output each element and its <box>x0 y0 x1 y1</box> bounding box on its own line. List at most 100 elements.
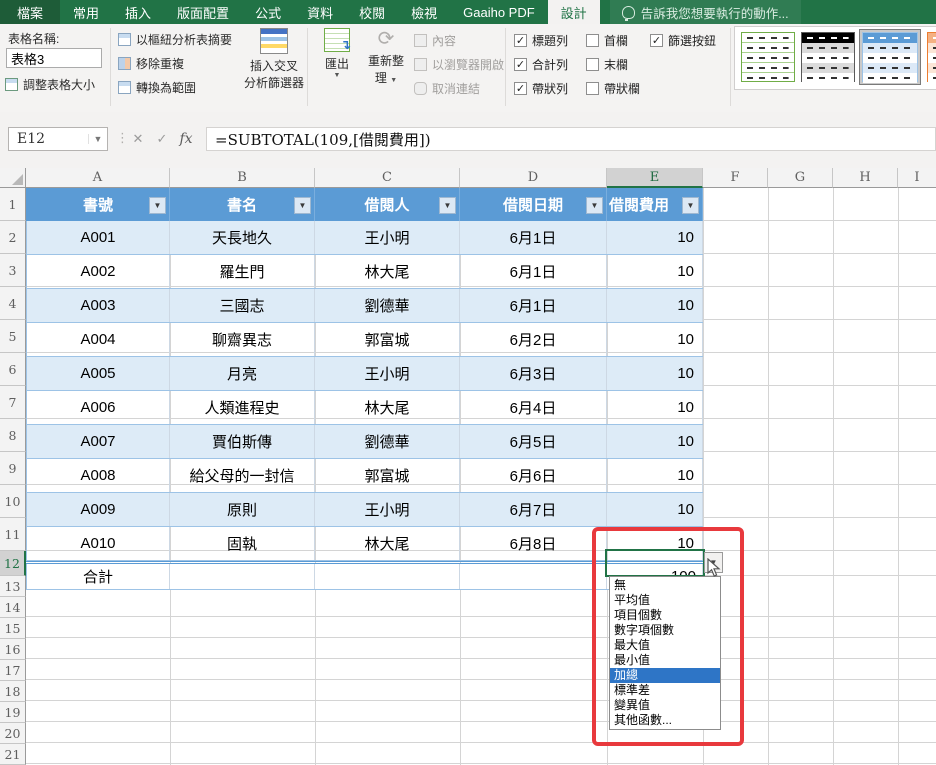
row-header-12-selected[interactable]: 12 <box>0 551 26 576</box>
table-cell[interactable]: 劉德華 <box>315 289 460 322</box>
filter-dropdown-button[interactable]: ▼ <box>149 197 166 214</box>
table-cell[interactable]: A001 <box>26 221 170 254</box>
table-cell[interactable]: 6月8日 <box>460 527 607 560</box>
name-box-dropdown-icon[interactable]: ▼ <box>88 134 107 144</box>
table-cell[interactable]: 三國志 <box>170 289 315 322</box>
table-cell[interactable]: 人類進程史 <box>170 391 315 424</box>
table-cell[interactable]: A005 <box>26 357 170 390</box>
row-header[interactable]: 1 <box>0 188 26 221</box>
header-row-checkbox[interactable]: ✓ 標題列 <box>514 32 568 49</box>
table-cell[interactable]: 郭富城 <box>315 459 460 492</box>
table-cell[interactable]: A009 <box>26 493 170 526</box>
enter-formula-icon[interactable]: ✓ <box>150 127 174 151</box>
row-header[interactable]: 14 <box>0 597 26 618</box>
tab-insert[interactable]: 插入 <box>112 0 164 24</box>
row-header[interactable]: 6 <box>0 353 26 386</box>
dropdown-item[interactable]: 其他函數... <box>610 713 720 728</box>
table-cell[interactable]: 6月5日 <box>460 425 607 458</box>
row-header[interactable]: 5 <box>0 320 26 353</box>
table-cell[interactable]: 王小明 <box>315 493 460 526</box>
column-header-e-selected[interactable]: E <box>607 168 703 188</box>
formula-input[interactable]: =SUBTOTAL(109,[借閱費用]) <box>206 127 936 151</box>
filter-button-checkbox[interactable]: ✓ 篩選按鈕 <box>650 32 716 49</box>
table-cell[interactable]: 林大尾 <box>315 255 460 288</box>
table-header-cell[interactable]: 借閱費用 ▼ <box>607 188 703 221</box>
row-header[interactable]: 10 <box>0 485 26 518</box>
dropdown-item[interactable]: 標準差 <box>610 683 720 698</box>
row-header[interactable]: 13 <box>0 576 26 597</box>
table-cell[interactable]: 羅生門 <box>170 255 315 288</box>
column-header-g[interactable]: G <box>768 168 833 188</box>
table-cell[interactable]: 10 <box>607 391 703 424</box>
tab-formulas[interactable]: 公式 <box>242 0 294 24</box>
table-cell[interactable]: 6月2日 <box>460 323 607 356</box>
banded-rows-checkbox[interactable]: ✓ 帶狀列 <box>514 80 568 97</box>
table-style-green-thumbnail[interactable] <box>741 32 795 82</box>
table-cell[interactable] <box>170 564 315 589</box>
tab-view[interactable]: 檢視 <box>398 0 450 24</box>
table-cell[interactable]: 王小明 <box>315 357 460 390</box>
row-header[interactable]: 4 <box>0 287 26 320</box>
row-header[interactable]: 21 <box>0 744 26 765</box>
table-cell[interactable]: 給父母的一封信 <box>170 459 315 492</box>
row-header[interactable]: 20 <box>0 723 26 744</box>
dropdown-item[interactable]: 最小值 <box>610 653 720 668</box>
table-cell[interactable]: A002 <box>26 255 170 288</box>
select-all-corner[interactable] <box>0 168 26 188</box>
export-button[interactable]: ↴ 匯出 ▼ <box>315 28 359 79</box>
table-cell[interactable]: 原則 <box>170 493 315 526</box>
table-header-cell[interactable]: 書名 ▼ <box>170 188 315 221</box>
table-header-cell[interactable]: 書號 ▼ <box>26 188 170 221</box>
table-name-input[interactable] <box>6 48 102 68</box>
dropdown-item[interactable]: 無 <box>610 578 720 593</box>
cancel-formula-icon[interactable]: ✕ <box>126 127 150 151</box>
filter-dropdown-button[interactable]: ▼ <box>294 197 311 214</box>
tab-file[interactable]: 檔案 <box>0 0 60 24</box>
table-cell[interactable]: 王小明 <box>315 221 460 254</box>
tell-me-box[interactable]: 告訴我您想要執行的動作... <box>610 0 801 24</box>
tab-design-active[interactable]: 設計 <box>548 0 600 24</box>
banded-columns-checkbox[interactable]: 帶狀欄 <box>586 80 640 97</box>
convert-to-range-button[interactable]: 轉換為範圍 <box>118 79 196 96</box>
tab-review[interactable]: 校閱 <box>346 0 398 24</box>
table-cell[interactable]: 6月1日 <box>460 255 607 288</box>
table-cell[interactable]: 林大尾 <box>315 527 460 560</box>
tab-home[interactable]: 常用 <box>60 0 112 24</box>
table-cell[interactable]: 月亮 <box>170 357 315 390</box>
table-cell[interactable]: 10 <box>607 289 703 322</box>
table-cell[interactable]: A010 <box>26 527 170 560</box>
table-style-blue-selected[interactable] <box>859 29 921 85</box>
last-column-checkbox[interactable]: 末欄 <box>586 56 628 73</box>
table-cell[interactable]: 林大尾 <box>315 391 460 424</box>
row-header[interactable]: 15 <box>0 618 26 639</box>
table-cell[interactable]: A007 <box>26 425 170 458</box>
table-cell[interactable]: 賈伯斯傳 <box>170 425 315 458</box>
filter-dropdown-button[interactable]: ▼ <box>586 197 603 214</box>
dropdown-item-selected[interactable]: 加總 <box>610 668 720 683</box>
column-header-f[interactable]: F <box>703 168 768 188</box>
column-header-c[interactable]: C <box>315 168 460 188</box>
insert-slicer-button[interactable]: 插入交叉 分析篩選器 <box>243 28 305 91</box>
table-header-cell[interactable]: 借閱日期 ▼ <box>460 188 607 221</box>
table-cell[interactable]: A003 <box>26 289 170 322</box>
summarize-pivot-button[interactable]: 以樞紐分析表摘要 <box>118 31 232 48</box>
table-cell[interactable]: 天長地久 <box>170 221 315 254</box>
column-header-a[interactable]: A <box>26 168 170 188</box>
table-cell[interactable]: 固執 <box>170 527 315 560</box>
table-cell[interactable]: A008 <box>26 459 170 492</box>
table-cell[interactable]: 10 <box>607 221 703 254</box>
row-header[interactable]: 8 <box>0 419 26 452</box>
row-header[interactable]: 17 <box>0 660 26 681</box>
filter-dropdown-button[interactable]: ▼ <box>439 197 456 214</box>
dropdown-item[interactable]: 變異值 <box>610 698 720 713</box>
table-style-orange-thumbnail[interactable] <box>927 32 936 82</box>
table-cell[interactable]: 6月4日 <box>460 391 607 424</box>
table-cell[interactable]: 6月7日 <box>460 493 607 526</box>
total-row-checkbox[interactable]: ✓ 合計列 <box>514 56 568 73</box>
table-cell[interactable] <box>315 564 460 589</box>
table-header-cell[interactable]: 借閱人 ▼ <box>315 188 460 221</box>
insert-function-icon[interactable]: fx <box>174 127 198 151</box>
table-cell[interactable]: 聊齋異志 <box>170 323 315 356</box>
filter-dropdown-button[interactable]: ▼ <box>682 197 699 214</box>
table-cell[interactable]: 10 <box>607 255 703 288</box>
